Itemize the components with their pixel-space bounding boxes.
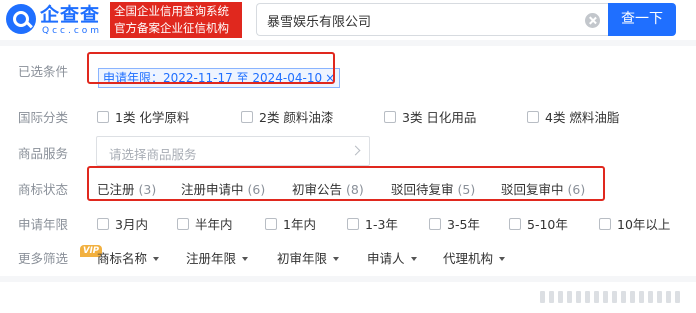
logo-subtext: Qcc.com [42, 26, 103, 36]
intl-class-label: 国际分类 [18, 110, 69, 125]
dropdown-applicant[interactable]: 申请人 [367, 248, 417, 267]
apply-years-option[interactable]: 3月内 [97, 214, 148, 233]
qcc-logo[interactable]: 企查查 Qcc.com [6, 4, 104, 36]
checkbox[interactable] [429, 218, 441, 230]
checkbox[interactable] [384, 111, 396, 123]
slogan-line-1: 全国企业信用查询系统 [114, 4, 229, 18]
option-label: 3类 日化用品 [402, 110, 477, 125]
intl-class-option[interactable]: 2类 颜料油漆 [241, 107, 333, 126]
highlight-box-status [87, 166, 605, 201]
intl-class-row: 国际分类 1类 化学原料 2类 颜料油漆 3类 日化用品 4类 燃料油脂 [0, 102, 696, 128]
apply-years-option[interactable]: 半年内 [177, 214, 233, 233]
checkbox[interactable] [527, 111, 539, 123]
checkbox[interactable] [265, 218, 277, 230]
caret-down-icon [153, 257, 160, 261]
top-header: 企查查 Qcc.com 全国企业信用查询系统 官方备案企业征信机构 查一下 [0, 0, 696, 40]
intl-class-option[interactable]: 3类 日化用品 [384, 107, 476, 126]
dropdown-trademark-name[interactable]: 商标名称 [97, 248, 160, 267]
dropdown-label: 初审年限 [277, 251, 328, 266]
highlight-box-selected [87, 52, 335, 84]
goods-service-selector[interactable]: 请选择商品服务 [96, 136, 370, 166]
caret-down-icon [333, 257, 340, 261]
logo-text: 企查查 [40, 4, 101, 26]
search-box [256, 3, 608, 36]
option-label: 5-10年 [527, 217, 568, 232]
dropdown-label: 代理机构 [443, 251, 494, 266]
option-label: 半年内 [195, 217, 233, 232]
checkbox[interactable] [599, 218, 611, 230]
trademark-status-label: 商标状态 [18, 182, 69, 197]
apply-years-row: 申请年限 3月内 半年内 1年内 1-3年 3-5年 5-10年 10年以上 [0, 209, 696, 235]
dropdown-agency[interactable]: 代理机构 [443, 248, 506, 267]
intl-class-option[interactable]: 4类 燃料油脂 [527, 107, 619, 126]
dropdown-register-years[interactable]: 注册年限 [186, 248, 249, 267]
dropdown-label: 商标名称 [97, 251, 148, 266]
option-label: 2类 颜料油漆 [259, 110, 334, 125]
apply-years-option[interactable]: 3-5年 [429, 214, 480, 233]
checkbox[interactable] [177, 218, 189, 230]
more-filters-label: 更多筛选 VIP [18, 245, 102, 267]
dropdown-label: 申请人 [367, 251, 405, 266]
search-input[interactable] [267, 11, 567, 29]
option-label: 3-5年 [447, 217, 480, 232]
checkbox[interactable] [97, 111, 109, 123]
checkbox[interactable] [241, 111, 253, 123]
selected-conditions-label: 已选条件 [18, 64, 69, 79]
apply-years-label: 申请年限 [18, 217, 69, 232]
more-filters-text: 更多筛选 [18, 251, 69, 266]
more-filters-row: 更多筛选 VIP 商标名称 注册年限 初审年限 申请人 代理机构 [0, 243, 696, 269]
loading-placeholder-bars [540, 291, 690, 303]
option-label: 1类 化学原料 [115, 110, 190, 125]
results-card [0, 282, 696, 313]
checkbox[interactable] [347, 218, 359, 230]
intl-class-option[interactable]: 1类 化学原料 [97, 107, 189, 126]
caret-down-icon [410, 257, 417, 261]
goods-service-label: 商品服务 [18, 146, 69, 161]
option-label: 4类 燃料油脂 [545, 110, 620, 125]
checkbox[interactable] [97, 218, 109, 230]
apply-years-option[interactable]: 1-3年 [347, 214, 398, 233]
apply-years-option[interactable]: 1年内 [265, 214, 316, 233]
checkbox[interactable] [509, 218, 521, 230]
caret-down-icon [499, 257, 506, 261]
search-button[interactable]: 查一下 [608, 3, 676, 36]
clear-search-icon[interactable] [585, 13, 600, 28]
apply-years-option[interactable]: 5-10年 [509, 214, 568, 233]
option-label: 1-3年 [365, 217, 398, 232]
chevron-right-icon [350, 145, 361, 156]
slogan-banner: 全国企业信用查询系统 官方备案企业征信机构 [110, 2, 242, 38]
option-label: 1年内 [283, 217, 316, 232]
filter-panel: 已选条件 申请年限：2022-11-17 至 2024-04-10 × 国际分类 … [0, 46, 696, 276]
goods-service-placeholder: 请选择商品服务 [109, 147, 197, 162]
dropdown-label: 注册年限 [186, 251, 237, 266]
dropdown-prelim-years[interactable]: 初审年限 [277, 248, 340, 267]
option-label: 3月内 [115, 217, 148, 232]
slogan-line-2: 官方备案企业征信机构 [114, 21, 229, 35]
apply-years-option[interactable]: 10年以上 [599, 214, 670, 233]
magnifier-logo-icon [6, 4, 36, 34]
option-label: 10年以上 [617, 217, 671, 232]
caret-down-icon [242, 257, 249, 261]
